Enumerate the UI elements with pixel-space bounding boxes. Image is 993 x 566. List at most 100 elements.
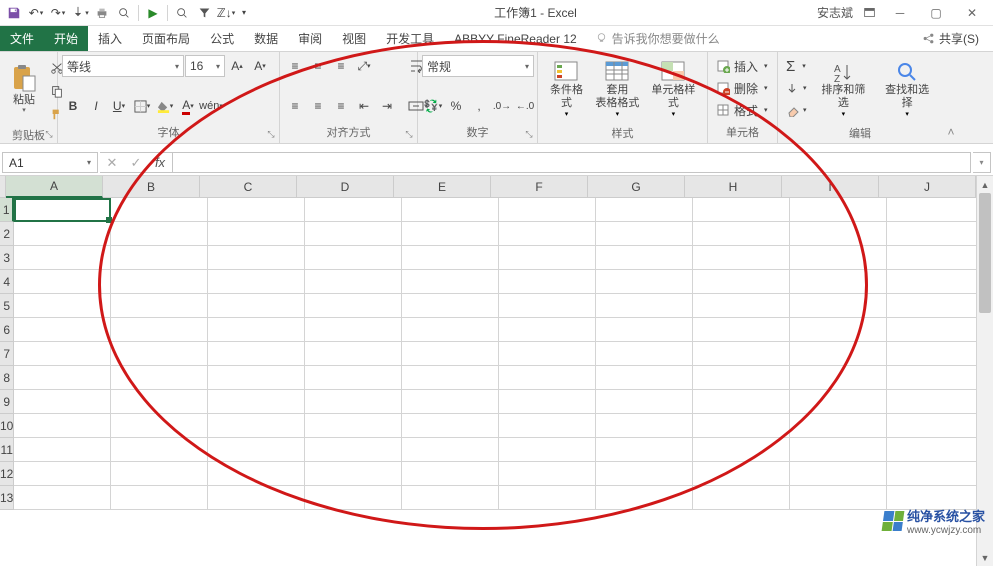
- insert-cells-button[interactable]: 插入▾: [712, 55, 772, 77]
- cell[interactable]: [499, 294, 596, 318]
- cell[interactable]: [499, 342, 596, 366]
- cancel-formula-button[interactable]: ✕: [100, 153, 124, 172]
- cell[interactable]: [402, 438, 499, 462]
- format-cells-button[interactable]: 格式▾: [712, 99, 772, 121]
- cell[interactable]: [111, 342, 208, 366]
- cell[interactable]: [111, 294, 208, 318]
- cell[interactable]: [305, 390, 402, 414]
- cell[interactable]: [402, 318, 499, 342]
- cell[interactable]: [111, 390, 208, 414]
- cell[interactable]: [402, 294, 499, 318]
- cell[interactable]: [402, 342, 499, 366]
- cell[interactable]: [14, 366, 111, 390]
- cell[interactable]: [887, 342, 976, 366]
- decrease-indent-button[interactable]: ⇤: [353, 95, 375, 117]
- filter-button[interactable]: [194, 3, 214, 23]
- col-header[interactable]: A: [6, 176, 103, 198]
- row-header[interactable]: 7: [0, 342, 14, 366]
- cell[interactable]: [693, 318, 790, 342]
- cell[interactable]: [111, 438, 208, 462]
- touch-mode-button[interactable]: ▾: [70, 3, 90, 23]
- row-header[interactable]: 4: [0, 270, 14, 294]
- increase-indent-button[interactable]: ⇥: [376, 95, 398, 117]
- cell[interactable]: [596, 318, 693, 342]
- expand-formula-bar-button[interactable]: ▾: [973, 152, 991, 173]
- cell[interactable]: [111, 222, 208, 246]
- cell[interactable]: [499, 486, 596, 510]
- cell[interactable]: [14, 222, 111, 246]
- cell[interactable]: [208, 198, 305, 222]
- font-dialog-launcher[interactable]: ⤡: [265, 128, 277, 140]
- cell[interactable]: [790, 342, 887, 366]
- save-button[interactable]: [4, 3, 24, 23]
- redo-button[interactable]: ↷▾: [48, 3, 68, 23]
- cell[interactable]: [402, 462, 499, 486]
- tab-view[interactable]: 视图: [332, 26, 376, 51]
- row-header[interactable]: 13: [0, 486, 14, 510]
- cell[interactable]: [305, 462, 402, 486]
- cell[interactable]: [14, 414, 111, 438]
- cell[interactable]: [693, 390, 790, 414]
- cell[interactable]: [790, 318, 887, 342]
- cell[interactable]: [887, 366, 976, 390]
- cell[interactable]: [693, 414, 790, 438]
- underline-button[interactable]: U▾: [108, 95, 130, 117]
- cell[interactable]: [693, 462, 790, 486]
- number-format-combo[interactable]: 常规▾: [422, 55, 534, 77]
- cell[interactable]: [111, 246, 208, 270]
- number-dialog-launcher[interactable]: ⤡: [523, 128, 535, 140]
- cell[interactable]: [499, 390, 596, 414]
- phonetic-button[interactable]: wén▾: [200, 95, 222, 117]
- cell[interactable]: [14, 246, 111, 270]
- align-left-button[interactable]: ≡: [284, 95, 306, 117]
- cell[interactable]: [305, 486, 402, 510]
- cell[interactable]: [14, 318, 111, 342]
- cell[interactable]: [499, 366, 596, 390]
- cell[interactable]: [499, 270, 596, 294]
- row-header[interactable]: 8: [0, 366, 14, 390]
- cell[interactable]: [305, 294, 402, 318]
- fill-button[interactable]: ▾: [782, 77, 811, 99]
- cell[interactable]: [14, 486, 111, 510]
- sort-filter-button[interactable]: AZ 排序和筛选▾: [813, 55, 875, 123]
- cell[interactable]: [305, 342, 402, 366]
- delete-cells-button[interactable]: 删除▾: [712, 77, 772, 99]
- cell[interactable]: [305, 318, 402, 342]
- italic-button[interactable]: I: [85, 95, 107, 117]
- cell[interactable]: [596, 438, 693, 462]
- cell[interactable]: [887, 318, 976, 342]
- cell[interactable]: [208, 414, 305, 438]
- row-header[interactable]: 3: [0, 246, 14, 270]
- cell[interactable]: [887, 438, 976, 462]
- cell[interactable]: [305, 414, 402, 438]
- cell[interactable]: [402, 414, 499, 438]
- scroll-thumb[interactable]: [979, 193, 991, 313]
- print-button[interactable]: [92, 3, 112, 23]
- minimize-button[interactable]: ─: [885, 2, 915, 24]
- cell[interactable]: [208, 462, 305, 486]
- cell[interactable]: [499, 198, 596, 222]
- row-header[interactable]: 5: [0, 294, 14, 318]
- cell[interactable]: [596, 414, 693, 438]
- name-box[interactable]: A1▾: [2, 152, 98, 173]
- cell[interactable]: [499, 222, 596, 246]
- cell[interactable]: [402, 246, 499, 270]
- col-header[interactable]: I: [782, 176, 879, 198]
- maximize-button[interactable]: ▢: [921, 2, 951, 24]
- cell[interactable]: [887, 246, 976, 270]
- col-header[interactable]: C: [200, 176, 297, 198]
- cell[interactable]: [693, 270, 790, 294]
- cell[interactable]: [596, 222, 693, 246]
- sort-qat-button[interactable]: ℤ↓▾: [216, 3, 236, 23]
- cell[interactable]: [208, 294, 305, 318]
- tab-formulas[interactable]: 公式: [200, 26, 244, 51]
- cell[interactable]: [305, 198, 402, 222]
- row-header[interactable]: 12: [0, 462, 14, 486]
- cell[interactable]: [305, 438, 402, 462]
- cell[interactable]: [402, 222, 499, 246]
- tab-home[interactable]: 开始: [44, 26, 88, 51]
- cell[interactable]: [208, 366, 305, 390]
- cell[interactable]: [14, 294, 111, 318]
- cell[interactable]: [208, 486, 305, 510]
- cell[interactable]: [887, 294, 976, 318]
